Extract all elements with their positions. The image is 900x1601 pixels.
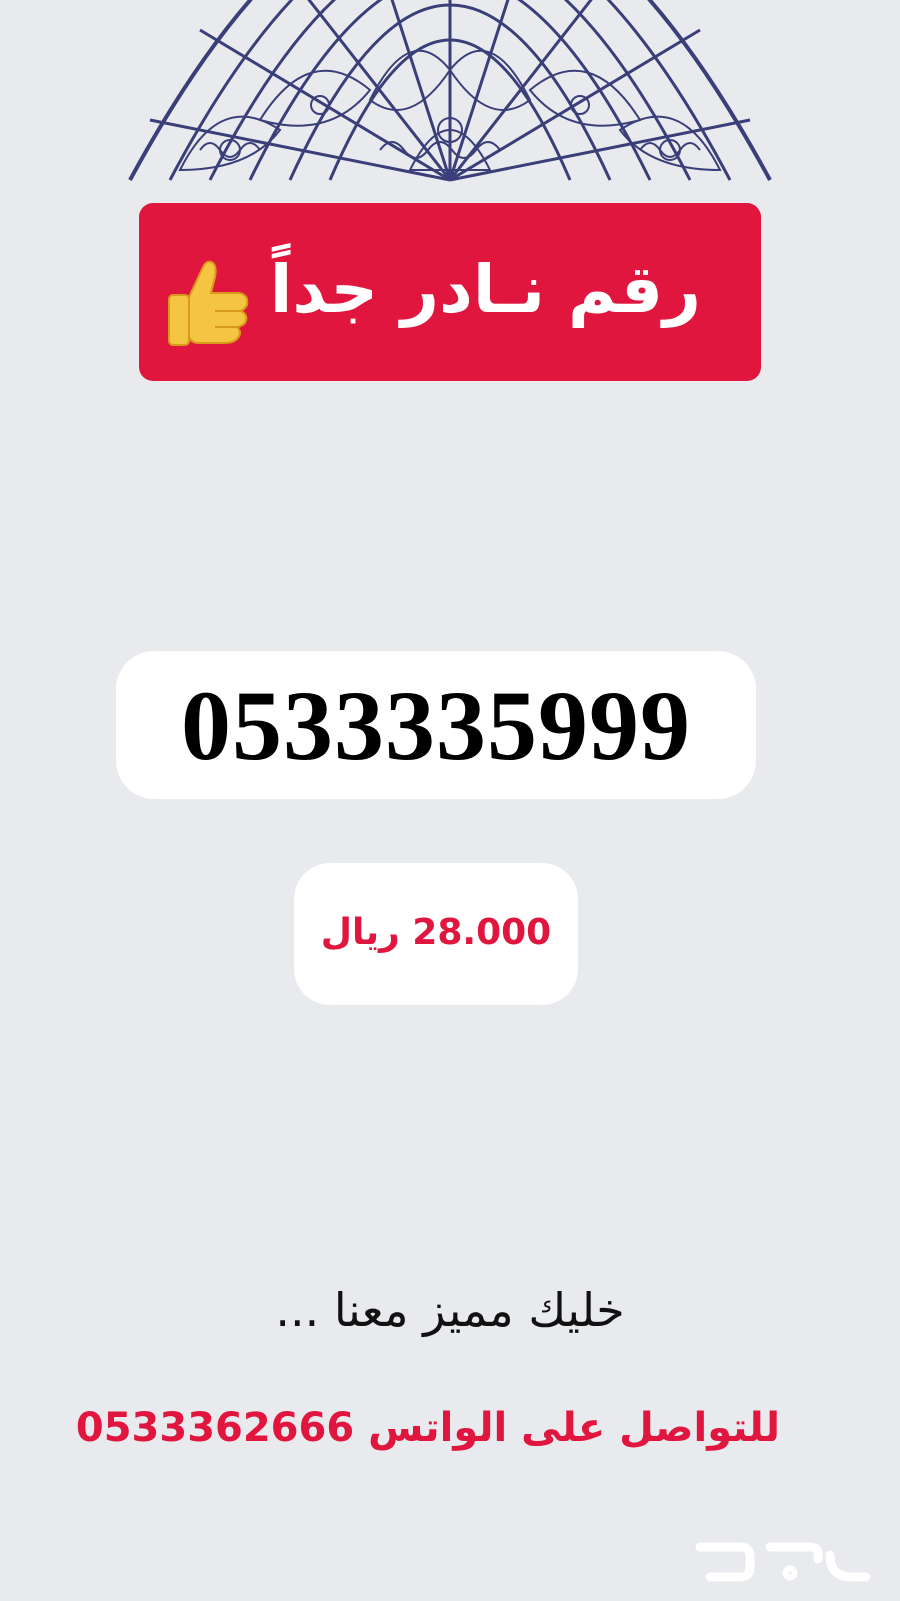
phone-number-card: 0533335999 [116,651,756,799]
price-card: 28.000 ريال [294,863,578,1005]
whatsapp-contact: للتواصل على الواتس 0533362666 [75,1405,780,1451]
rare-number-banner: رقم نـادر جداً [139,203,761,381]
haraj-logo-icon [695,1542,871,1582]
thumbs-up-icon [168,260,249,346]
tagline: خليك مميز معنا ... [275,1283,625,1337]
price-label: 28.000 ريال [320,912,552,953]
mandala-ornament-icon [128,0,772,182]
banner-title: رقم نـادر جداً [269,251,701,328]
phone-number: 0533335999 [181,670,691,781]
